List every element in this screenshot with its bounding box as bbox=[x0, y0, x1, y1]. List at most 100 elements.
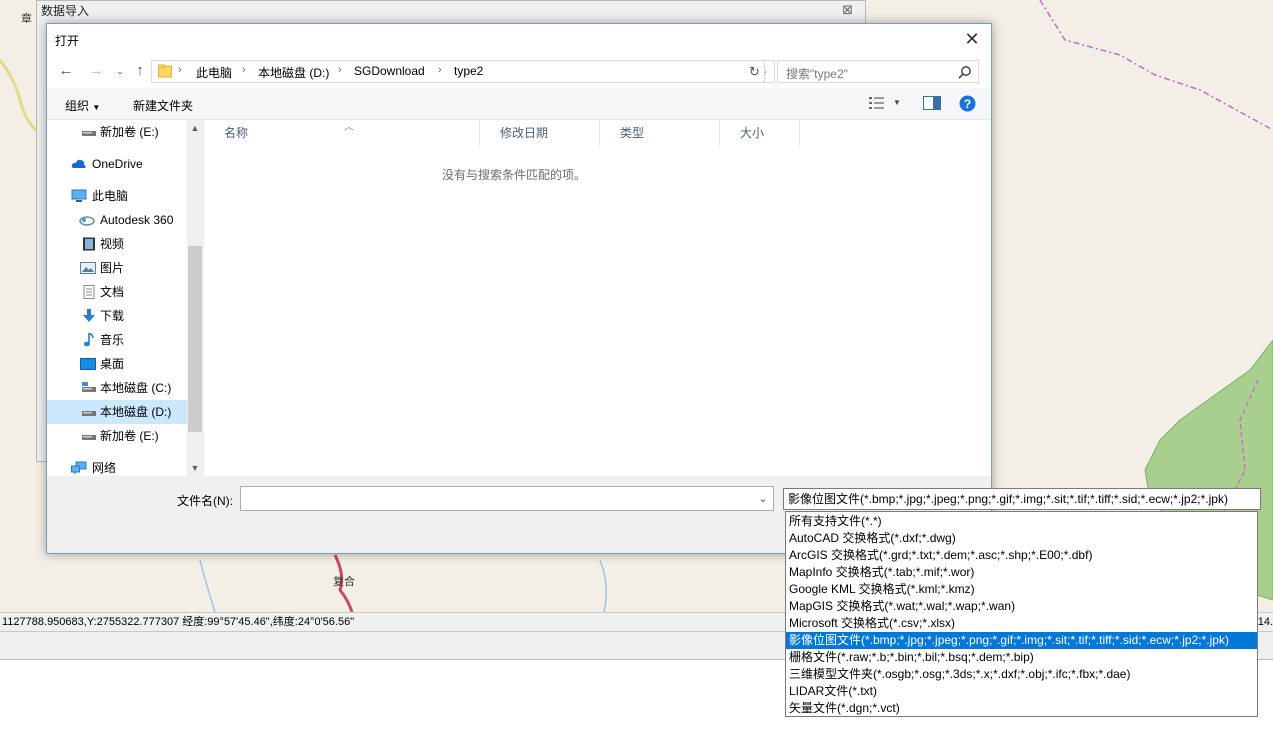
nav-item-this-pc[interactable]: 此电脑 bbox=[47, 184, 187, 208]
filetype-option[interactable]: AutoCAD 交换格式(*.dxf;*.dwg) bbox=[786, 530, 1257, 547]
nav-item-label: 网络 bbox=[92, 461, 117, 475]
nav-item-label: 新加卷 (E:) bbox=[100, 125, 159, 139]
column-header-date[interactable]: 修改日期 bbox=[480, 120, 600, 146]
view-options-icon[interactable] bbox=[869, 96, 885, 110]
computer-icon bbox=[71, 189, 87, 202]
map-label-left: 章 bbox=[21, 13, 32, 25]
picture-icon bbox=[80, 262, 96, 274]
forward-arrow-icon[interactable]: → bbox=[87, 62, 105, 80]
preview-pane-icon[interactable] bbox=[923, 96, 941, 110]
filetype-dropdown-list[interactable]: 所有支持文件(*.*) AutoCAD 交换格式(*.dxf;*.dwg) Ar… bbox=[785, 511, 1258, 717]
drive-icon bbox=[82, 411, 96, 416]
filetype-option[interactable]: ArcGIS 交换格式(*.grd;*.txt;*.dem;*.asc;*.sh… bbox=[786, 547, 1257, 564]
nav-item-documents[interactable]: 文档 bbox=[47, 280, 187, 304]
filetype-option[interactable]: Microsoft 交换格式(*.csv;*.xlsx) bbox=[786, 615, 1257, 632]
scroll-up-icon[interactable]: ▲ bbox=[187, 120, 203, 136]
breadcrumb-separator[interactable]: › bbox=[438, 64, 442, 76]
nav-item-label: 此电脑 bbox=[92, 189, 129, 203]
filetype-option[interactable]: 三维模型文件夹(*.osgb;*.osg;*.3ds;*.x;*.dxf;*.o… bbox=[786, 666, 1257, 683]
scroll-thumb[interactable] bbox=[188, 246, 202, 432]
empty-message: 没有与搜索条件匹配的项。 bbox=[441, 168, 586, 182]
column-header-size[interactable]: 大小 bbox=[720, 120, 800, 146]
nav-item-label: 图片 bbox=[100, 261, 125, 275]
recent-locations-chevron-icon[interactable]: ⌄ bbox=[111, 62, 129, 80]
nav-item-desktop[interactable]: 桌面 bbox=[47, 352, 187, 376]
organize-button[interactable]: 组织 ▼ bbox=[65, 97, 100, 114]
nav-item-drive-c[interactable]: 本地磁盘 (C:) bbox=[47, 376, 187, 400]
help-icon[interactable]: ? bbox=[959, 95, 976, 112]
nav-item-label: 本地磁盘 (C:) bbox=[100, 381, 172, 395]
nav-item-label: 下载 bbox=[100, 309, 125, 323]
nav-item-label: 文档 bbox=[100, 285, 125, 299]
organize-label: 组织 bbox=[65, 99, 90, 113]
column-header-type[interactable]: 类型 bbox=[600, 120, 720, 146]
close-icon[interactable]: ✕ bbox=[961, 28, 983, 50]
map-label-village: 复合 bbox=[333, 576, 355, 588]
filetype-option[interactable]: MapGIS 交换格式(*.wat;*.wal;*.wap;*.wan) bbox=[786, 598, 1257, 615]
breadcrumb-separator[interactable]: › bbox=[178, 64, 182, 76]
drive-icon bbox=[82, 382, 96, 392]
filetype-option[interactable]: MapInfo 交换格式(*.tab;*.mif;*.wor) bbox=[786, 564, 1257, 581]
back-arrow-icon[interactable]: ← bbox=[57, 62, 75, 80]
nav-item-autodesk[interactable]: Autodesk 360 bbox=[47, 208, 187, 232]
nav-item-label: 新加卷 (E:) bbox=[100, 429, 159, 443]
filetype-option[interactable]: 所有支持文件(*.*) bbox=[786, 513, 1257, 530]
autodesk-icon bbox=[79, 216, 95, 226]
nav-item-network[interactable]: 网络 bbox=[47, 456, 187, 476]
nav-item-label: 本地磁盘 (D:) bbox=[100, 405, 172, 419]
nav-item-music[interactable]: 音乐 bbox=[47, 328, 187, 352]
nav-item-videos[interactable]: 视频 bbox=[47, 232, 187, 256]
dialog-titlebar: 打开 ✕ bbox=[47, 24, 991, 54]
nav-item-label: 视频 bbox=[100, 237, 125, 251]
nav-item-drive-e-top[interactable]: 新加卷 (E:) bbox=[47, 120, 187, 144]
nav-item-onedrive[interactable]: OneDrive bbox=[47, 152, 187, 176]
breadcrumb-drive-d[interactable]: 本地磁盘 (D:) bbox=[258, 64, 329, 81]
breadcrumb-separator[interactable]: › bbox=[338, 64, 342, 76]
svg-text:?: ? bbox=[964, 97, 971, 111]
folder-icon bbox=[158, 64, 172, 78]
filetype-option[interactable]: 栅格文件(*.raw;*.b;*.bin;*.bil;*.bsq;*.dem;*… bbox=[786, 649, 1257, 666]
filetype-option[interactable]: LIDAR文件(*.txt) bbox=[786, 683, 1257, 700]
filetype-option-selected[interactable]: 影像位图文件(*.bmp;*.jpg;*.jpeg;*.png;*.gif;*.… bbox=[786, 632, 1257, 649]
search-placeholder: 搜索"type2" bbox=[786, 67, 848, 81]
status-right-text: 14. bbox=[1257, 616, 1273, 628]
network-icon bbox=[71, 461, 87, 474]
nav-item-label: 桌面 bbox=[100, 357, 125, 371]
music-icon bbox=[84, 333, 94, 347]
navigation-pane: 新加卷 (E:) OneDrive 此电脑 Autodesk 360 视频 图片… bbox=[47, 120, 203, 476]
filetype-option[interactable]: Google KML 交换格式(*.kml;*.kmz) bbox=[786, 581, 1257, 598]
new-folder-button[interactable]: 新建文件夹 bbox=[133, 97, 193, 114]
breadcrumb-sgdownload[interactable]: SGDownload bbox=[354, 64, 425, 78]
filetype-select[interactable]: 影像位图文件(*.bmp;*.jpg;*.jpeg;*.png;*.gif;*.… bbox=[783, 488, 1261, 510]
import-close-icon[interactable]: ⊠ bbox=[842, 2, 853, 18]
up-arrow-icon[interactable]: ↑ bbox=[131, 62, 149, 80]
view-chevron-down-icon[interactable]: ▼ bbox=[893, 98, 901, 107]
navigation-bar: ← → ⌄ ↑ › 此电脑 › 本地磁盘 (D:) › SGDownload ›… bbox=[47, 54, 991, 88]
nav-item-downloads[interactable]: 下载 bbox=[47, 304, 187, 328]
scroll-down-icon[interactable]: ▼ bbox=[187, 460, 203, 476]
file-list[interactable]: ︿ 名称 修改日期 类型 大小 没有与搜索条件匹配的项。 bbox=[204, 120, 991, 476]
breadcrumb-this-pc[interactable]: 此电脑 bbox=[196, 64, 232, 81]
nav-item-drive-d[interactable]: 本地磁盘 (D:) bbox=[47, 400, 187, 424]
nav-item-label: 音乐 bbox=[100, 333, 125, 347]
nav-item-label: Autodesk 360 bbox=[100, 213, 174, 227]
nav-item-pictures[interactable]: 图片 bbox=[47, 256, 187, 280]
filename-input[interactable] bbox=[240, 486, 774, 511]
drive-icon bbox=[82, 435, 96, 440]
address-bar[interactable]: › 此电脑 › 本地磁盘 (D:) › SGDownload › type2 ⌄ bbox=[151, 60, 775, 83]
nav-scrollbar[interactable]: ▲ ▼ bbox=[187, 120, 203, 476]
filetype-option[interactable]: 矢量文件(*.dgn;*.vct) bbox=[786, 700, 1257, 717]
refresh-icon[interactable]: ↻ bbox=[745, 60, 765, 83]
breadcrumb-type2[interactable]: type2 bbox=[454, 64, 483, 78]
filename-label: 文件名(N): bbox=[177, 494, 233, 508]
search-input[interactable]: 搜索"type2" bbox=[777, 60, 979, 83]
search-icon[interactable] bbox=[958, 65, 972, 79]
desktop-icon bbox=[80, 358, 96, 370]
cloud-icon bbox=[71, 159, 86, 168]
video-icon bbox=[83, 237, 95, 251]
nav-item-drive-e[interactable]: 新加卷 (E:) bbox=[47, 424, 187, 448]
column-header-name[interactable]: 名称 bbox=[204, 120, 480, 146]
drive-icon bbox=[82, 131, 96, 136]
breadcrumb-separator[interactable]: › bbox=[242, 64, 246, 76]
open-file-dialog: 打开 ✕ ← → ⌄ ↑ › 此电脑 › 本地磁盘 (D:) › SGDownl… bbox=[46, 23, 992, 554]
